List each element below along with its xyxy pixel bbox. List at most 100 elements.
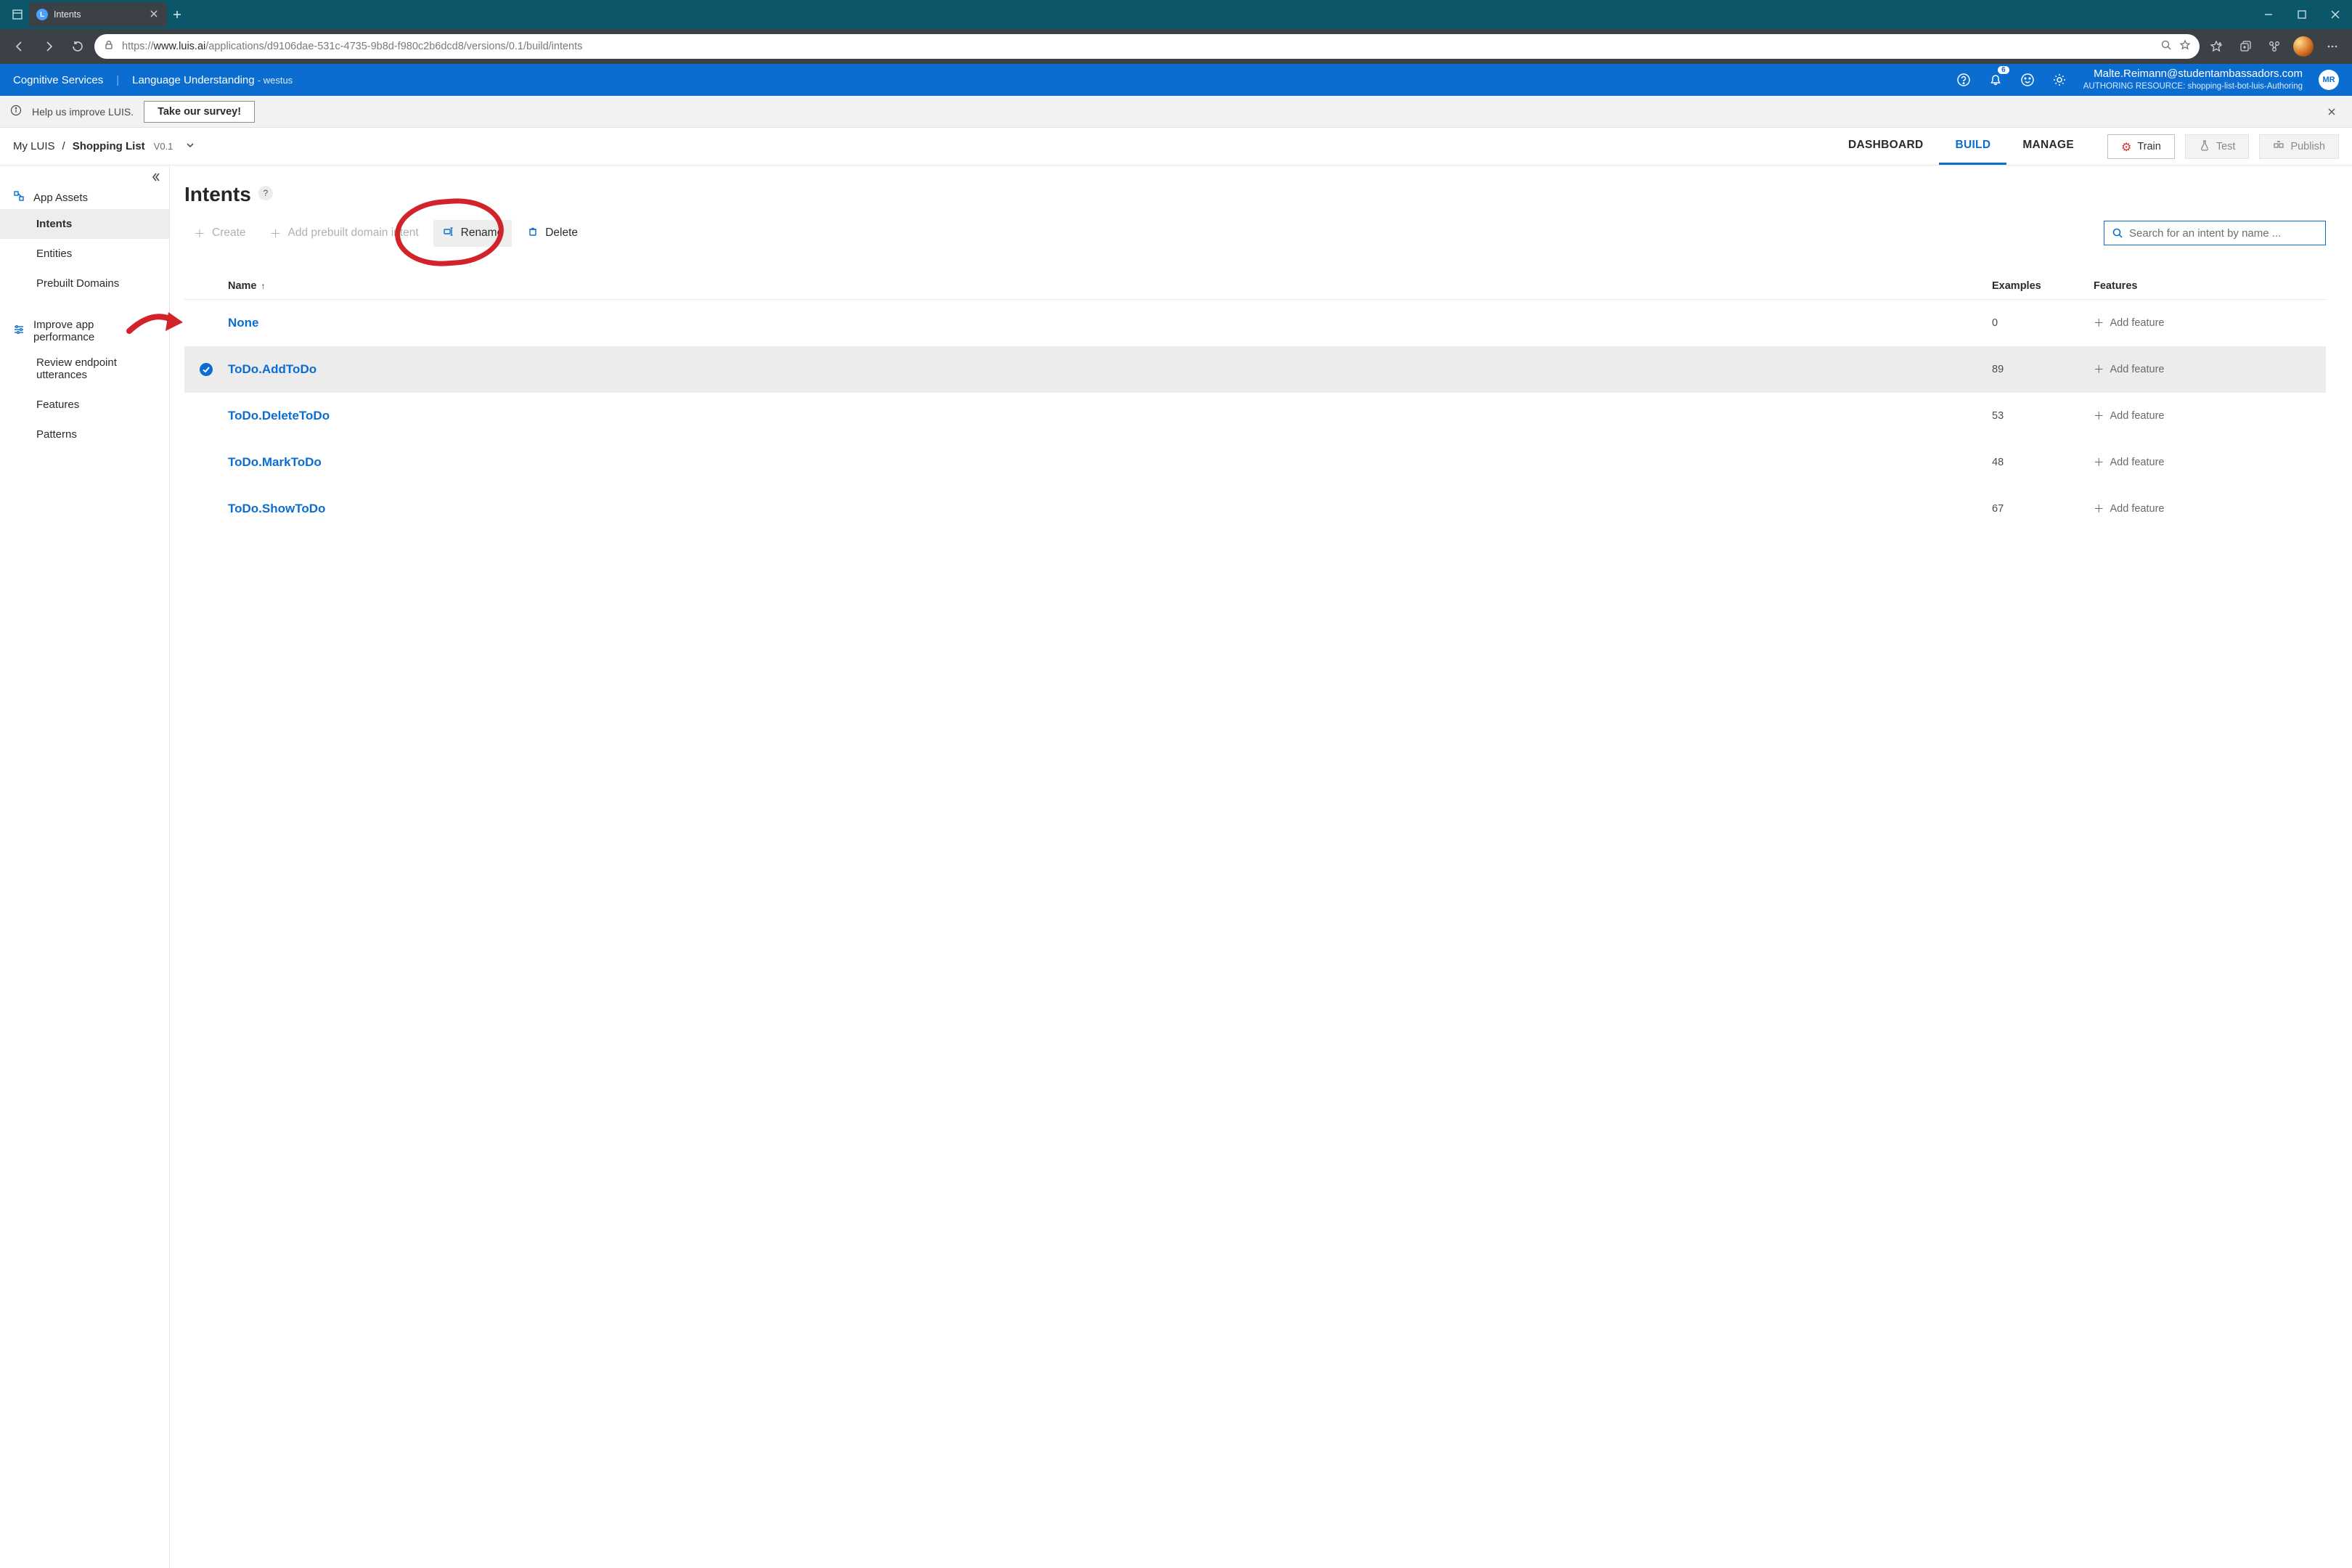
publish-label: Publish (2290, 141, 2325, 152)
tab-dashboard[interactable]: DASHBOARD (1832, 128, 1939, 165)
survey-close-icon[interactable] (2322, 102, 2342, 122)
info-icon (10, 105, 22, 118)
intents-table: Name↑ Examples Features None0＋Add featur… (184, 273, 2326, 532)
profile-avatar[interactable] (2291, 34, 2316, 59)
tab-close-icon[interactable] (148, 8, 160, 22)
sidebar: App Assets Intents Entities Prebuilt Dom… (0, 166, 170, 1568)
cmd-label: Rename (461, 226, 504, 240)
plus-icon: ＋ (2094, 315, 2104, 330)
search-input[interactable]: Search for an intent by name ... (2104, 221, 2326, 245)
app-tabs-row: My LUIS / Shopping List V0.1 DASHBOARD B… (0, 128, 2352, 166)
command-row: ＋ Create ＋ Add prebuilt domain intent Re… (184, 219, 2326, 247)
sidebar-item-review-utterances[interactable]: Review endpoint utterances (0, 348, 169, 390)
train-status-icon: ⚙ (2121, 140, 2131, 155)
sidebar-item-prebuilt-domains[interactable]: Prebuilt Domains (0, 269, 169, 298)
user-info[interactable]: Malte.Reimann@studentambassadors.com AUT… (2083, 68, 2303, 91)
sidebar-item-features[interactable]: Features (0, 390, 169, 420)
intent-name[interactable]: ToDo.MarkToDo (228, 455, 1992, 470)
user-email: Malte.Reimann@studentambassadors.com (2083, 68, 2303, 81)
intent-name[interactable]: ToDo.ShowToDo (228, 502, 1992, 516)
table-row[interactable]: ToDo.AddToDo89＋Add feature (184, 346, 2326, 393)
cmd-create[interactable]: ＋ Create (184, 219, 255, 247)
favorite-star-icon[interactable] (2179, 39, 2191, 54)
col-features[interactable]: Features (2094, 280, 2326, 292)
tab-actions-icon[interactable] (6, 3, 29, 26)
tab-manage[interactable]: MANAGE (2006, 128, 2090, 165)
add-feature-button[interactable]: ＋Add feature (2094, 454, 2326, 470)
add-feature-button[interactable]: ＋Add feature (2094, 362, 2326, 377)
notifications-icon[interactable]: 6 (1988, 72, 2004, 88)
window-controls (2252, 0, 2352, 29)
cmd-rename[interactable]: Rename (433, 220, 513, 247)
new-tab-button[interactable] (167, 4, 187, 25)
feedback-icon[interactable] (2020, 72, 2035, 88)
intent-name[interactable]: ToDo.DeleteToDo (228, 409, 1992, 423)
address-bar[interactable]: https://www.luis.ai/applications/d9106da… (94, 34, 2200, 59)
page-help-icon[interactable]: ? (258, 186, 273, 200)
add-feature-button[interactable]: ＋Add feature (2094, 501, 2326, 516)
add-feature-button[interactable]: ＋Add feature (2094, 408, 2326, 423)
train-label: Train (2137, 141, 2161, 152)
zoom-icon[interactable] (2160, 39, 2172, 54)
extension-icon[interactable] (2262, 34, 2287, 59)
page-title: Intents (184, 183, 251, 206)
service-header: Cognitive Services | Language Understand… (0, 64, 2352, 96)
sidebar-head-label: Improve app performance (33, 319, 156, 343)
settings-icon[interactable] (2051, 72, 2067, 88)
sidebar-item-entities[interactable]: Entities (0, 239, 169, 269)
col-examples[interactable]: Examples (1992, 280, 2094, 292)
bc-app[interactable]: Shopping List (73, 140, 145, 152)
cmd-label: Delete (545, 226, 578, 240)
chevron-down-icon[interactable] (184, 139, 196, 154)
browser-toolbar: https://www.luis.ai/applications/d9106da… (0, 29, 2352, 64)
table-row[interactable]: ToDo.ShowToDo67＋Add feature (184, 486, 2326, 532)
intent-name[interactable]: None (228, 316, 1992, 330)
window-close[interactable] (2319, 0, 2352, 29)
flask-icon (2199, 139, 2210, 154)
plus-icon: ＋ (193, 225, 206, 241)
tab-title: Intents (54, 9, 81, 20)
nav-forward[interactable] (36, 34, 61, 59)
bc-root[interactable]: My LUIS (13, 140, 55, 152)
browser-tab[interactable]: L Intents (29, 2, 167, 27)
table-row[interactable]: None0＋Add feature (184, 300, 2326, 346)
sidebar-item-intents[interactable]: Intents (0, 209, 169, 239)
brand-label[interactable]: Cognitive Services (13, 74, 103, 86)
table-row[interactable]: ToDo.DeleteToDo53＋Add feature (184, 393, 2326, 439)
sidebar-head-app-assets: App Assets (0, 186, 169, 209)
row-checked-icon (200, 363, 213, 376)
browser-more-icon[interactable] (2320, 34, 2345, 59)
search-icon (2112, 227, 2123, 239)
tab-build[interactable]: BUILD (1939, 128, 2006, 165)
cmd-delete[interactable]: Delete (518, 220, 587, 247)
sliders-icon (13, 324, 25, 338)
publish-button[interactable]: Publish (2259, 134, 2339, 159)
favorites-icon[interactable] (2204, 34, 2229, 59)
sidebar-head-label: App Assets (33, 192, 88, 204)
window-minimize[interactable] (2252, 0, 2285, 29)
lock-icon (103, 39, 115, 54)
sort-asc-icon: ↑ (261, 281, 266, 291)
user-avatar-chip[interactable]: MR (2319, 70, 2339, 90)
table-header: Name↑ Examples Features (184, 273, 2326, 300)
nav-refresh[interactable] (65, 34, 90, 59)
window-maximize[interactable] (2285, 0, 2319, 29)
intent-name[interactable]: ToDo.AddToDo (228, 362, 1992, 377)
col-name[interactable]: Name↑ (228, 280, 1992, 292)
trash-icon (526, 226, 539, 241)
collections-icon[interactable] (2233, 34, 2258, 59)
sidebar-item-patterns[interactable]: Patterns (0, 420, 169, 449)
help-icon[interactable] (1956, 72, 1972, 88)
product-label[interactable]: Language Understanding - westus (132, 74, 293, 86)
sidebar-collapse-icon[interactable] (150, 171, 162, 187)
add-feature-button[interactable]: ＋Add feature (2094, 315, 2326, 330)
survey-button[interactable]: Take our survey! (144, 101, 255, 123)
nav-back[interactable] (7, 34, 32, 59)
test-button[interactable]: Test (2185, 134, 2250, 159)
survey-bar: Help us improve LUIS. Take our survey! (0, 96, 2352, 128)
cmd-label: Create (212, 226, 246, 240)
cmd-add-prebuilt[interactable]: ＋ Add prebuilt domain intent (261, 219, 428, 247)
plus-icon: ＋ (2094, 454, 2104, 470)
table-row[interactable]: ToDo.MarkToDo48＋Add feature (184, 439, 2326, 486)
train-button[interactable]: ⚙ Train (2107, 134, 2175, 159)
